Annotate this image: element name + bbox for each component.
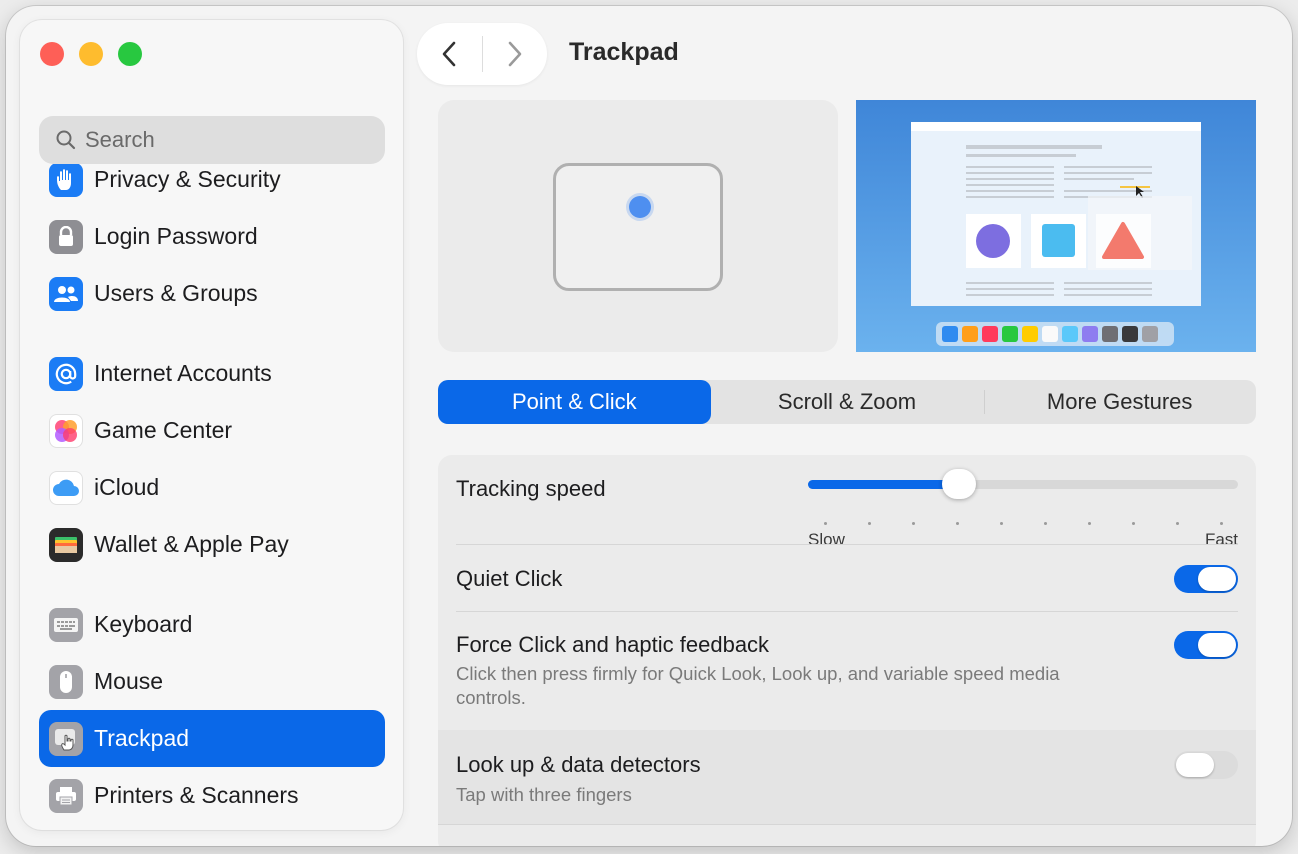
keyboard-icon	[49, 607, 83, 642]
look-up-toggle[interactable]	[1174, 751, 1238, 779]
game-center-icon	[49, 413, 83, 448]
sidebar-item-login-password[interactable]: Login Password	[39, 208, 385, 265]
window-controls	[40, 42, 142, 66]
slider-tick	[824, 522, 827, 525]
sidebar-item-label: Trackpad	[94, 725, 190, 751]
sidebar-item-label: Privacy & Security	[94, 166, 281, 192]
at-icon	[49, 356, 83, 391]
lock-icon	[49, 219, 83, 254]
users-icon	[49, 276, 83, 311]
sidebar: Search Privacy & Security Login Password…	[20, 20, 403, 830]
chevron-right-icon	[508, 41, 522, 67]
trackpad-preview	[438, 100, 838, 352]
segmented-control: Point & Click Scroll & Zoom More Gesture…	[438, 380, 1256, 424]
sidebar-list: Privacy & Security Login Password Users …	[39, 151, 385, 824]
look-up-description: Tap with three fingers	[456, 784, 632, 805]
settings-window: Search Privacy & Security Login Password…	[6, 6, 1292, 846]
close-button[interactable]	[40, 42, 64, 66]
search-icon	[56, 130, 76, 150]
slider-tick	[868, 522, 871, 525]
quiet-click-toggle[interactable]	[1174, 565, 1238, 593]
gesture-video-preview	[856, 100, 1256, 352]
slider-tick	[956, 522, 959, 525]
sidebar-item-wallet-apple-pay[interactable]: Wallet & Apple Pay	[39, 516, 385, 573]
slider-tick	[1088, 522, 1091, 525]
tracking-speed-row: Tracking speed Slow Fast	[438, 455, 1256, 549]
sidebar-item-label: Wallet & Apple Pay	[94, 531, 289, 557]
tracking-speed-label: Tracking speed	[456, 476, 606, 501]
tab-point-click[interactable]: Point & Click	[438, 380, 711, 424]
trackpad-icon	[49, 721, 83, 756]
sidebar-item-printers-scanners[interactable]: Printers & Scanners	[39, 767, 385, 824]
tracking-speed-slider[interactable]: Slow Fast	[808, 469, 1238, 549]
slider-tick	[1000, 522, 1003, 525]
back-button[interactable]	[417, 23, 482, 85]
sidebar-item-label: Game Center	[94, 417, 233, 443]
search-placeholder: Search	[85, 127, 155, 152]
row-divider	[438, 824, 1256, 825]
slider-tick	[1044, 522, 1047, 525]
settings-panel: Tracking speed Slow Fast Quiet Click For…	[438, 455, 1256, 846]
touch-point	[629, 196, 651, 218]
trackpad-illustration	[553, 163, 723, 291]
sidebar-item-label: Keyboard	[94, 611, 193, 637]
toggle-knob	[1176, 753, 1214, 777]
sidebar-item-mouse[interactable]: Mouse	[39, 653, 385, 710]
toggle-knob	[1198, 633, 1236, 657]
tab-scroll-zoom[interactable]: Scroll & Zoom	[711, 380, 984, 424]
sidebar-item-keyboard[interactable]: Keyboard	[39, 596, 385, 653]
slider-tick	[1176, 522, 1179, 525]
sidebar-item-internet-accounts[interactable]: Internet Accounts	[39, 345, 385, 402]
force-click-description: Click then press firmly for Quick Look, …	[456, 663, 1060, 708]
toggle-knob	[1198, 567, 1236, 591]
desktop-illustration	[911, 122, 1201, 346]
quiet-click-label: Quiet Click	[456, 566, 563, 591]
tab-divider	[984, 390, 985, 414]
minimize-button[interactable]	[79, 42, 103, 66]
sidebar-item-users-groups[interactable]: Users & Groups	[39, 265, 385, 322]
sidebar-item-label: Printers & Scanners	[94, 782, 299, 808]
cloud-icon	[49, 470, 83, 505]
navigation-controls	[417, 23, 547, 85]
force-click-toggle[interactable]	[1174, 631, 1238, 659]
slider-fill	[808, 480, 959, 489]
page-title: Trackpad	[569, 38, 679, 66]
force-click-row: Force Click and haptic feedback Click th…	[438, 612, 1256, 730]
sidebar-item-label: Mouse	[94, 668, 164, 694]
mouse-icon	[49, 664, 83, 699]
slider-handle[interactable]	[941, 469, 976, 499]
forward-button[interactable]	[483, 23, 548, 85]
slider-tick	[1220, 522, 1223, 525]
look-up-row: Look up & data detectors Tap with three …	[438, 730, 1256, 825]
sidebar-item-icloud[interactable]: iCloud	[39, 459, 385, 516]
zoom-button[interactable]	[118, 42, 142, 66]
force-click-label: Force Click and haptic feedback	[456, 632, 770, 657]
tab-more-gestures[interactable]: More Gestures	[983, 380, 1256, 424]
look-up-label: Look up & data detectors	[456, 752, 701, 777]
sidebar-item-label: Internet Accounts	[94, 360, 272, 386]
wallet-icon	[49, 527, 83, 562]
quiet-click-row: Quiet Click	[438, 545, 1256, 612]
slider-tick	[912, 522, 915, 525]
sidebar-item-trackpad[interactable]: Trackpad	[39, 710, 385, 767]
search-input[interactable]: Search	[39, 116, 385, 164]
slider-tick	[1132, 522, 1135, 525]
hand-icon	[49, 162, 83, 197]
sidebar-item-label: iCloud	[94, 474, 160, 500]
sidebar-item-game-center[interactable]: Game Center	[39, 402, 385, 459]
chevron-left-icon	[442, 41, 456, 67]
printer-icon	[49, 778, 83, 813]
sidebar-item-label: Login Password	[94, 223, 258, 249]
sidebar-item-label: Users & Groups	[94, 280, 258, 306]
